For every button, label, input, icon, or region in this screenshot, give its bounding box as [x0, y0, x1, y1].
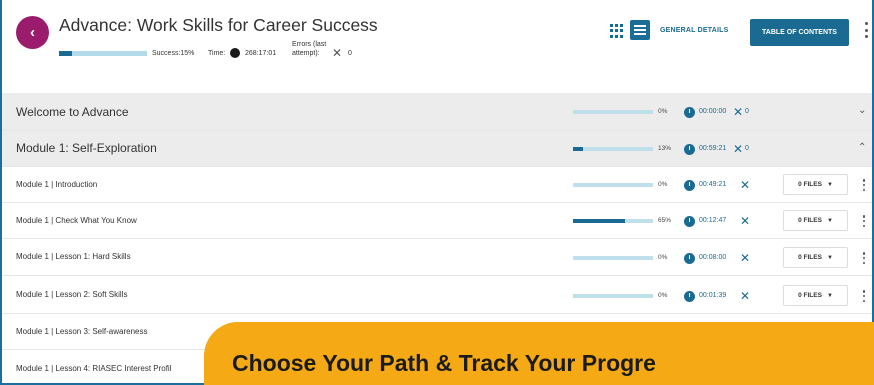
more-options-icon[interactable] — [861, 215, 867, 227]
error-x-icon: ✕ — [733, 105, 744, 119]
lesson-progress-bar — [573, 294, 653, 298]
clock-icon — [684, 180, 695, 191]
lesson-row[interactable]: Module 1 | Check What You Know 65% 00:12… — [2, 203, 872, 239]
files-label: 0 FILES — [798, 181, 822, 188]
caret-down-icon: ▼ — [826, 292, 833, 299]
files-dropdown-button[interactable]: 0 FILES ▼ — [783, 285, 848, 306]
lesson-name: Module 1 | Lesson 1: Hard Skills — [16, 252, 131, 261]
lesson-progress-bar — [573, 219, 653, 223]
lesson-row[interactable]: Module 1 | Introduction 0% 00:49:21 ✕ 0 … — [2, 167, 872, 203]
files-label: 0 FILES — [798, 292, 822, 299]
lesson-time: 00:08:00 — [699, 254, 727, 261]
section-time: 00:00:00 — [699, 108, 727, 115]
caret-down-icon: ▼ — [826, 217, 833, 224]
list-view-icon[interactable] — [630, 20, 650, 40]
stopwatch-icon — [230, 48, 240, 58]
lesson-name: Module 1 | Check What You Know — [16, 216, 137, 225]
error-x-icon: ✕ — [740, 214, 751, 228]
section-errors: 0 — [745, 108, 749, 115]
files-dropdown-button[interactable]: 0 FILES ▼ — [783, 210, 848, 231]
lesson-name: Module 1 | Lesson 4: RIASEC Interest Pro… — [16, 364, 172, 373]
clock-icon — [684, 253, 695, 264]
back-arrow-icon: ‹ — [30, 24, 35, 41]
more-options-icon[interactable] — [861, 252, 867, 264]
clock-icon — [684, 107, 695, 118]
chevron-up-icon[interactable]: ⌃ — [858, 142, 866, 153]
general-details-link[interactable]: GENERAL DETAILS — [660, 27, 728, 34]
lesson-time: 00:12:47 — [699, 217, 727, 224]
section-percent: 13% — [658, 145, 672, 152]
section-progress-bar — [573, 147, 653, 151]
lesson-progress-bar — [573, 256, 653, 260]
lesson-row[interactable]: Module 1 | Lesson 2: Soft Skills 0% 00:0… — [2, 276, 872, 314]
clock-icon — [684, 144, 695, 155]
error-x-icon: ✕ — [733, 142, 744, 156]
error-x-icon: ✕ — [740, 178, 751, 192]
promo-text: Choose Your Path & Track Your Progre — [232, 350, 656, 376]
section-percent: 0% — [658, 108, 668, 115]
lesson-percent: 0% — [658, 292, 668, 299]
section-name: Welcome to Advance — [16, 105, 129, 119]
caret-down-icon: ▼ — [826, 181, 833, 188]
course-progress-bar — [59, 51, 147, 56]
section-row-welcome[interactable]: Welcome to Advance 0% 00:00:00 ✕ 0 ⌄ — [2, 93, 872, 131]
lesson-percent: 0% — [658, 181, 668, 188]
lesson-progress-bar — [573, 183, 653, 187]
more-options-icon[interactable] — [861, 290, 867, 302]
grid-view-icon[interactable] — [610, 24, 624, 38]
caret-down-icon: ▼ — [826, 254, 833, 261]
error-x-icon: ✕ — [740, 251, 751, 265]
lesson-row[interactable]: Module 1 | Lesson 1: Hard Skills 0% 00:0… — [2, 239, 872, 276]
course-errors-count: 0 — [348, 50, 352, 57]
course-errors-label: Errors (last attempt): — [292, 41, 327, 57]
clock-icon — [684, 216, 695, 227]
more-options-icon[interactable] — [862, 22, 870, 38]
lesson-percent: 0% — [658, 254, 668, 261]
files-dropdown-button[interactable]: 0 FILES ▼ — [783, 247, 848, 268]
course-time-value: 268:17:01 — [245, 50, 277, 57]
back-button[interactable]: ‹ — [16, 16, 49, 49]
course-time-label: Time: — [208, 50, 226, 57]
course-title: Advance: Work Skills for Career Success — [59, 15, 378, 35]
lesson-time: 00:49:21 — [699, 181, 727, 188]
course-header: ‹ Advance: Work Skills for Career Succes… — [2, 0, 872, 93]
files-dropdown-button[interactable]: 0 FILES ▼ — [783, 174, 848, 195]
lesson-name: Module 1 | Lesson 2: Soft Skills — [16, 290, 128, 299]
lesson-name: Module 1 | Lesson 3: Self-awareness — [16, 327, 148, 336]
lesson-percent: 65% — [658, 217, 672, 224]
clock-icon — [684, 291, 695, 302]
section-progress-bar — [573, 110, 653, 114]
files-label: 0 FILES — [798, 217, 822, 224]
promo-banner: Choose Your Path & Track Your Progre — [204, 322, 874, 385]
chevron-down-icon[interactable]: ⌄ — [858, 105, 866, 116]
course-success-text: Success:15% — [152, 50, 195, 57]
section-name: Module 1: Self-Exploration — [16, 141, 157, 155]
table-of-contents-button[interactable]: TABLE OF CONTENTS — [750, 19, 849, 46]
errors-x-icon: ✕ — [332, 46, 343, 60]
error-x-icon: ✕ — [740, 289, 751, 303]
section-time: 00:59:21 — [699, 145, 727, 152]
more-options-icon[interactable] — [861, 179, 867, 191]
lesson-time: 00:01:39 — [699, 292, 727, 299]
files-label: 0 FILES — [798, 254, 822, 261]
lesson-name: Module 1 | Introduction — [16, 180, 98, 189]
section-errors: 0 — [745, 145, 749, 152]
section-row-module-1[interactable]: Module 1: Self-Exploration 13% 00:59:21 … — [2, 131, 872, 167]
